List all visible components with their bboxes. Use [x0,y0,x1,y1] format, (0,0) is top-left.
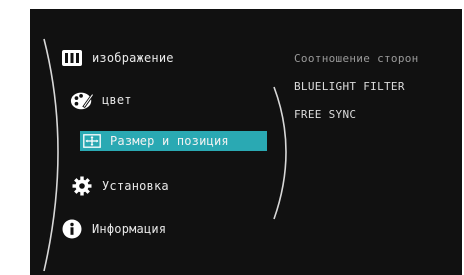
palette-icon [70,88,94,112]
menu-item-image[interactable]: изображение [60,46,174,70]
menu-item-size-position[interactable]: Размер и позиция [80,131,267,151]
gear-icon [70,174,94,198]
resize-position-icon [82,131,102,151]
menu-item-label: изображение [92,51,174,65]
menu-item-label: Размер и позиция [110,134,229,148]
image-icon [60,46,84,70]
menu-item-label: Установка [102,179,169,193]
menu-item-label: Информация [92,222,167,236]
submenu-item-bluelight-filter[interactable]: BLUELIGHT FILTER [294,80,405,93]
menu-item-setup[interactable]: Установка [70,174,169,198]
menu-item-information[interactable]: Информация [60,217,166,241]
submenu-item-aspect-ratio[interactable]: Соотношение сторон [294,52,419,65]
osd-menu-screen: изображение цвет Размер и позиция Устано… [30,9,462,275]
info-icon [60,217,84,241]
submenu-item-free-sync[interactable]: FREE SYNC [294,108,356,121]
menu-item-color[interactable]: цвет [70,88,132,112]
menu-item-label: цвет [102,93,132,107]
